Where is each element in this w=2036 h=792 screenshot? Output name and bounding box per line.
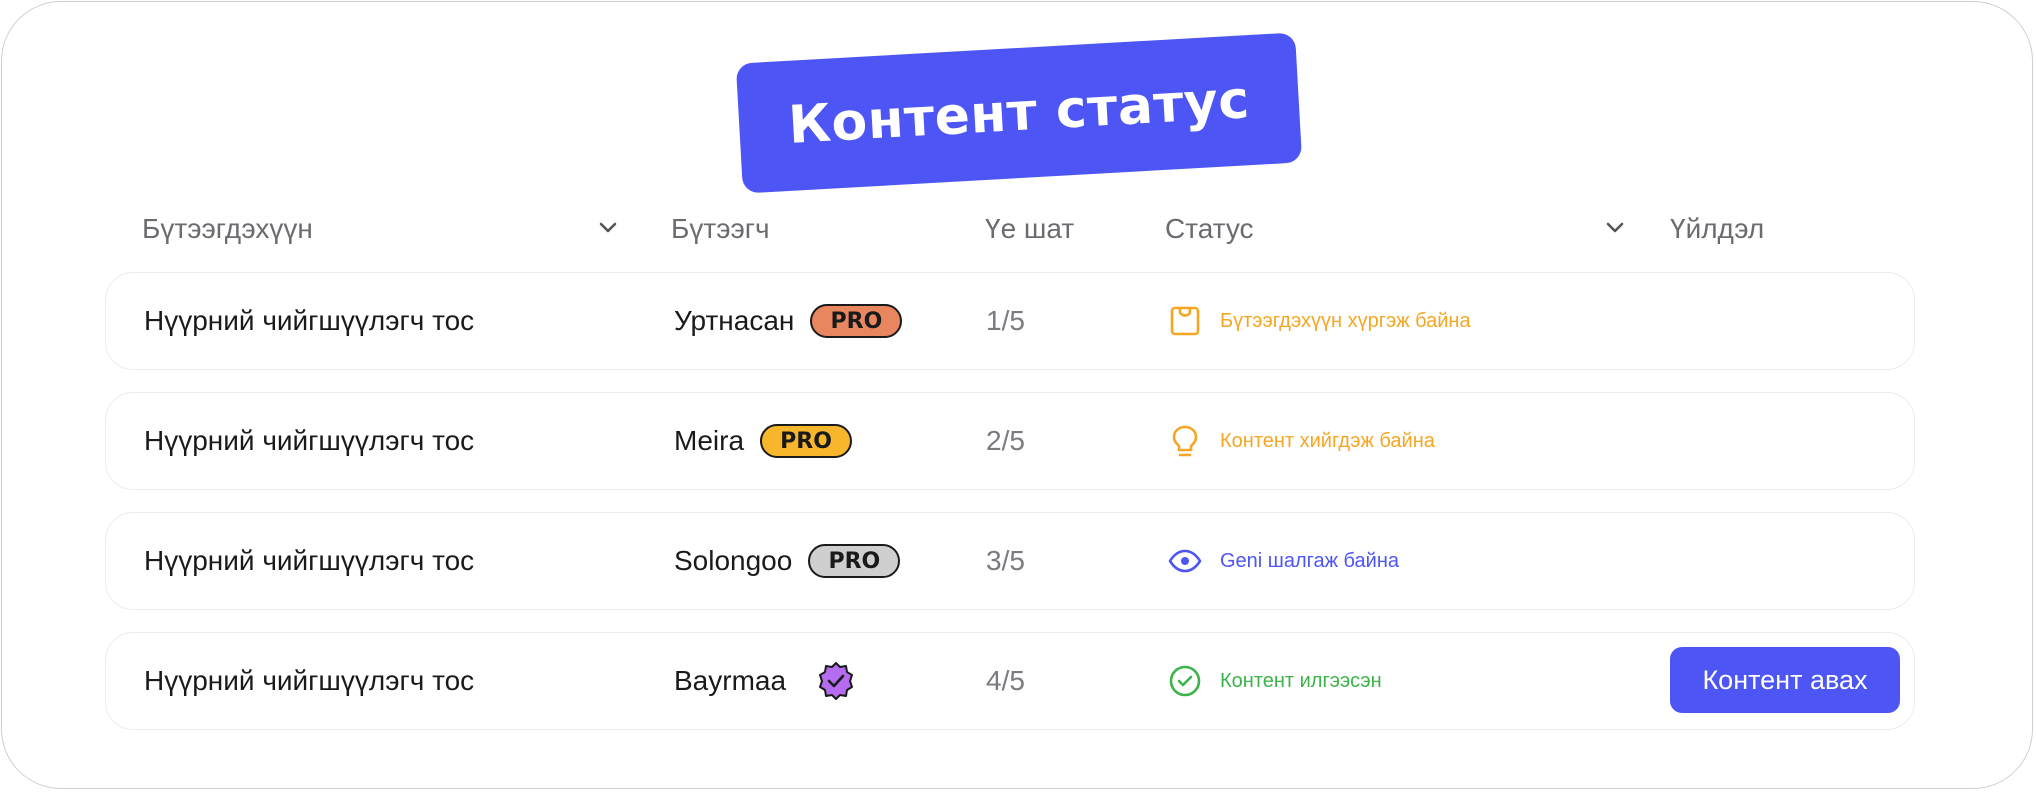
- content-status-card: Контент статус Бүтээгдэхүүн Бүтээгч Үе ш…: [1, 1, 2033, 789]
- package-icon: [1168, 304, 1202, 338]
- table-row[interactable]: Нүүрний чийгшүүлэгч тос Solongoo PRO 3/5…: [105, 512, 1915, 610]
- status: Контент хийгдэж байна: [1168, 393, 1435, 489]
- table-header: Бүтээгдэхүүн Бүтээгч Үе шат Статус Үйлдэ…: [2, 207, 2032, 251]
- product-name: Нүүрний чийгшүүлэгч тос: [144, 425, 475, 456]
- product-name: Нүүрний чийгшүүлэгч тос: [144, 665, 475, 696]
- creator-name: Bayrmaa: [674, 665, 787, 696]
- status-text: Контент хийгдэж байна: [1220, 429, 1435, 452]
- pro-badge: PRO: [760, 424, 853, 458]
- product-name: Нүүрний чийгшүүлэгч тос: [144, 545, 475, 576]
- stage: 3/5: [986, 545, 1025, 576]
- status: Бүтээгдэхүүн хүргэж байна: [1168, 273, 1471, 369]
- column-header-action: Үйлдэл: [1670, 213, 1765, 244]
- column-header-creator: Бүтээгч: [671, 213, 770, 244]
- table-row[interactable]: Нүүрний чийгшүүлэгч тос Уртнасан PRO 1/5…: [105, 272, 1915, 370]
- check-circle-icon: [1168, 664, 1202, 698]
- pro-badge: PRO: [810, 304, 903, 338]
- pro-badge: PRO: [808, 544, 901, 578]
- status: Geni шалгаж байна: [1168, 513, 1399, 609]
- stage: 2/5: [986, 425, 1025, 456]
- stage: 1/5: [986, 305, 1025, 336]
- creator-name: Solongoo: [674, 545, 793, 576]
- table-row[interactable]: Нүүрний чийгшүүлэгч тос Bayrmaa 4/5 Конт…: [105, 632, 1915, 730]
- page-title-banner: Контент статус: [735, 32, 1303, 194]
- column-header-product[interactable]: Бүтээгдэхүүн: [142, 213, 313, 245]
- status-text: Бүтээгдэхүүн хүргэж байна: [1220, 309, 1471, 332]
- creator-name: Meira: [674, 425, 745, 456]
- creator: Уртнасан PRO: [674, 273, 903, 369]
- get-content-button[interactable]: Контент авах: [1670, 647, 1900, 713]
- page-title: Контент статус: [786, 70, 1252, 156]
- column-header-stage: Үе шат: [985, 213, 1075, 244]
- chevron-down-icon[interactable]: [598, 221, 618, 235]
- creator-name: Уртнасан: [674, 305, 795, 336]
- product-name: Нүүрний чийгшүүлэгч тос: [144, 305, 475, 336]
- creator: Meira PRO: [674, 393, 853, 489]
- lightbulb-icon: [1168, 424, 1202, 458]
- stage: 4/5: [986, 665, 1025, 696]
- status-text: Geni шалгаж байна: [1220, 549, 1400, 572]
- table-row[interactable]: Нүүрний чийгшүүлэгч тос Meira PRO 2/5 Ко…: [105, 392, 1915, 490]
- eye-icon: [1168, 544, 1202, 578]
- chevron-down-icon[interactable]: [1605, 221, 1625, 235]
- creator: Solongoo PRO: [674, 513, 901, 609]
- creator: Bayrmaa: [674, 633, 856, 729]
- status: Контент илгээсэн: [1168, 633, 1382, 729]
- verified-badge-icon: [816, 661, 856, 701]
- status-text: Контент илгээсэн: [1220, 669, 1382, 692]
- column-header-status[interactable]: Статус: [1165, 213, 1254, 245]
